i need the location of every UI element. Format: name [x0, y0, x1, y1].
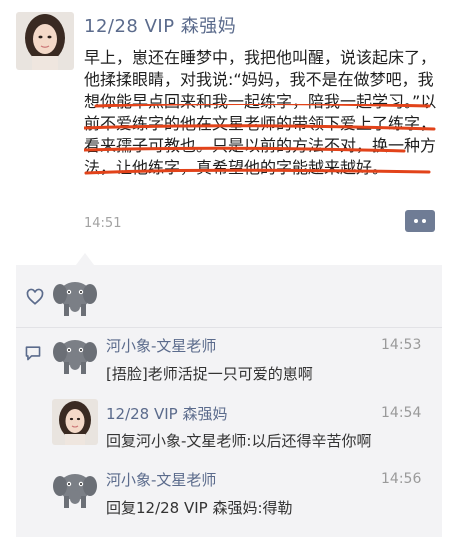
comment-author[interactable]: 12/28 VIP 森强妈 [106, 403, 228, 424]
post-author-name[interactable]: 12/28 VIP 森强妈 [84, 12, 236, 38]
comment-time: 14:56 [381, 471, 422, 487]
author-avatar[interactable] [16, 12, 74, 70]
comment-text: 回复12/28 VIP 森强妈:得勒 [106, 499, 293, 517]
commenter-avatar[interactable] [52, 466, 98, 512]
comment-text: [捂脸]老师活捉一只可爱的崽啊 [106, 365, 313, 383]
comment-area-caret [76, 253, 94, 265]
likes-divider [16, 327, 442, 328]
red-underline-marks [84, 104, 436, 175]
comment-time: 14:53 [381, 337, 422, 353]
commenter-avatar[interactable] [52, 332, 98, 378]
comment-author[interactable]: 河小象-文星老师 [106, 335, 216, 356]
comment-time: 14:54 [381, 405, 422, 421]
more-dots-icon[interactable] [405, 210, 435, 232]
commenter-avatar[interactable] [52, 399, 98, 445]
comment-text: 回复河小象-文星老师:以后还得辛苦你啊 [106, 432, 372, 450]
comment-author[interactable]: 河小象-文星老师 [106, 469, 216, 490]
liker-avatar[interactable] [52, 274, 98, 320]
heart-outline-icon[interactable] [26, 288, 44, 306]
post-time: 14:51 [84, 216, 122, 231]
comment-bubble-icon[interactable] [24, 345, 42, 361]
